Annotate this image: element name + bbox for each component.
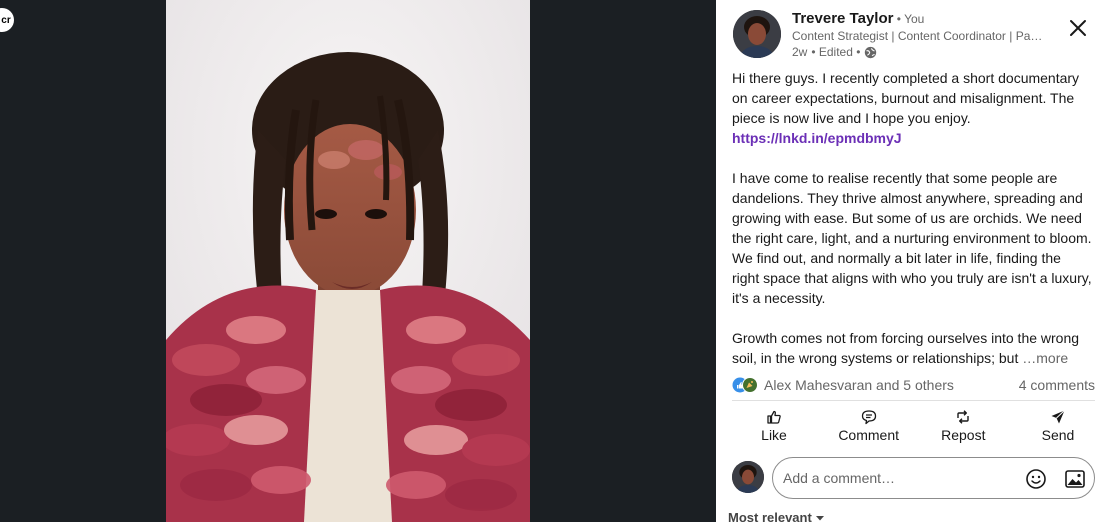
thumbs-up-icon bbox=[767, 410, 781, 424]
post-panel: Trevere Taylor • You Content Strategist … bbox=[716, 0, 1100, 522]
repost-button[interactable]: Repost bbox=[921, 405, 1005, 447]
author-name[interactable]: Trevere Taylor • You bbox=[792, 10, 924, 27]
reaction-names[interactable]: Alex Mahesvaran and 5 others bbox=[764, 377, 954, 393]
media-viewer: cr bbox=[0, 0, 716, 522]
image-icon bbox=[1065, 470, 1085, 488]
post-paragraph-2: I have come to realise recently that som… bbox=[732, 170, 1092, 306]
author-relation: • You bbox=[893, 12, 925, 26]
post-paragraph-1: Hi there guys. I recently completed a sh… bbox=[732, 70, 1080, 146]
post-edited: • Edited • bbox=[811, 45, 861, 59]
comment-box bbox=[772, 457, 1095, 499]
comment-icon bbox=[861, 410, 876, 425]
post-time: 2w bbox=[792, 45, 808, 59]
emoji-icon bbox=[1026, 469, 1046, 489]
see-more-link[interactable]: …more bbox=[1022, 350, 1068, 366]
comment-button[interactable]: Comment bbox=[827, 405, 911, 447]
post-paragraph-3: Growth comes not from forcing ourselves … bbox=[732, 330, 1080, 366]
divider bbox=[732, 400, 1095, 401]
avatar-image bbox=[733, 10, 781, 58]
globe-icon bbox=[865, 46, 877, 58]
post-meta: 2w • Edited • bbox=[792, 45, 877, 59]
sort-label: Most relevant bbox=[728, 510, 812, 522]
avatar-image bbox=[732, 461, 764, 493]
post-link[interactable]: https://lnkd.in/epmdbmyJ bbox=[732, 130, 902, 146]
action-bar: Like Comment Repost Send bbox=[732, 405, 1100, 447]
brand-logo: cr bbox=[0, 8, 14, 32]
author-avatar[interactable] bbox=[733, 10, 781, 58]
comment-input[interactable] bbox=[783, 470, 1013, 486]
author-name-text[interactable]: Trevere Taylor bbox=[792, 10, 893, 27]
send-label: Send bbox=[1041, 427, 1075, 443]
celebrate-icon bbox=[742, 377, 758, 393]
like-label: Like bbox=[761, 427, 787, 443]
author-headline: Content Strategist | Content Coordinator… bbox=[792, 29, 1048, 43]
portrait-illustration bbox=[166, 0, 530, 522]
send-icon bbox=[1051, 410, 1065, 424]
emoji-button[interactable] bbox=[1025, 468, 1047, 490]
commenter-avatar bbox=[732, 461, 764, 493]
post-body: Hi there guys. I recently completed a sh… bbox=[732, 68, 1092, 368]
reactions-summary[interactable]: Alex Mahesvaran and 5 others bbox=[732, 377, 954, 393]
caret-down-icon bbox=[815, 515, 824, 520]
image-button[interactable] bbox=[1064, 468, 1086, 490]
post-image[interactable] bbox=[166, 0, 530, 522]
comments-count[interactable]: 4 comments bbox=[1019, 377, 1095, 393]
sort-dropdown[interactable]: Most relevant bbox=[728, 510, 825, 522]
send-button[interactable]: Send bbox=[1016, 405, 1100, 447]
repost-label: Repost bbox=[941, 427, 986, 443]
reaction-icons bbox=[732, 377, 760, 393]
close-icon bbox=[1070, 20, 1086, 36]
repost-icon bbox=[957, 410, 970, 424]
close-button[interactable] bbox=[1066, 16, 1090, 40]
like-button[interactable]: Like bbox=[732, 405, 816, 447]
reactions-bar: Alex Mahesvaran and 5 others 4 comments bbox=[732, 375, 1095, 395]
comment-label: Comment bbox=[838, 427, 899, 443]
